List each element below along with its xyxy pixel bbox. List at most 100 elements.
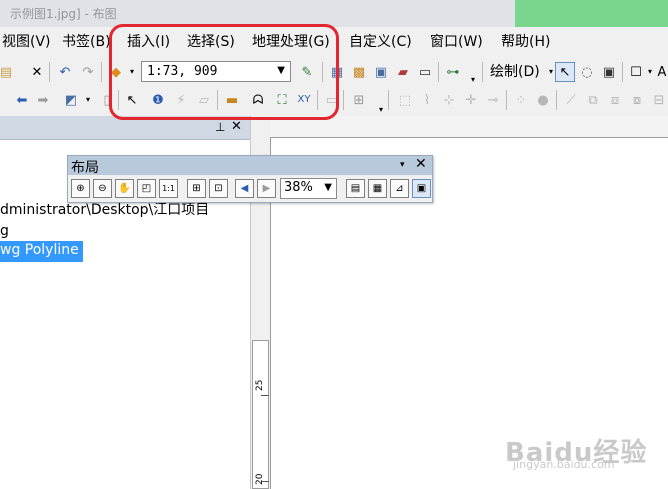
- toolbar-options-icon[interactable]: ▾: [400, 160, 405, 170]
- ruler-tick: [261, 395, 269, 396]
- pin-icon[interactable]: ⊥: [215, 120, 225, 134]
- go-forward-icon[interactable]: ➡: [33, 90, 53, 110]
- layout-toolbar: 布局 ▾ ✕ ⊕ ⊖ ✋ ◰ 1:1 ⊞ ⊡ ◀ ▶ 38% ▼ ▤ ▦ ⊿ ▣: [67, 155, 433, 203]
- toolbar-separator: [217, 90, 218, 110]
- attributes-icon[interactable]: ⊟: [649, 90, 668, 110]
- catalog-icon[interactable]: ▩: [349, 62, 369, 82]
- split-icon[interactable]: ⧈: [605, 90, 625, 110]
- data-driven-pages-icon[interactable]: ▣: [412, 179, 431, 198]
- fixed-zoom-out-icon[interactable]: ⊡: [209, 179, 228, 198]
- zoom-100-icon[interactable]: 1:1: [159, 179, 178, 198]
- toolbar-separator: [322, 62, 323, 82]
- new-text-icon[interactable]: A: [652, 62, 668, 82]
- pan-icon[interactable]: ✋: [115, 179, 134, 198]
- map-scale-value: 1:73, 909: [147, 64, 218, 79]
- zoom-percent-combobox[interactable]: 38% ▼: [280, 178, 337, 199]
- title-bar: 示例图1.jpg] - 布图: [0, 0, 668, 27]
- watermark: Baidu经验 jingyan.baidu.com: [505, 432, 647, 471]
- layout-toolbar-titlebar[interactable]: 布局 ▾ ✕: [68, 156, 432, 176]
- add-data-dropdown-icon[interactable]: ▾: [122, 62, 142, 82]
- editing-tool-icon[interactable]: ⬚: [395, 90, 415, 110]
- menu-help[interactable]: 帮助(H): [501, 34, 550, 51]
- midpoint-icon[interactable]: ⊹: [439, 90, 459, 110]
- go-forward-extent-icon[interactable]: ▶: [257, 179, 276, 198]
- go-back-extent-icon[interactable]: ◀: [235, 179, 254, 198]
- menu-selection[interactable]: 选择(S): [187, 34, 235, 51]
- layout-toolbar-title: 布局: [71, 160, 99, 176]
- rotate-icon[interactable]: ◌: [577, 62, 597, 82]
- endpoint-arc-icon[interactable]: ⊸: [483, 90, 503, 110]
- toolbar-separator: [438, 62, 439, 82]
- selected-layer-item[interactable]: wg Polyline: [0, 241, 83, 262]
- vertical-ruler: 25 20: [252, 340, 269, 489]
- close-icon[interactable]: ✕: [231, 119, 242, 134]
- python-window-icon[interactable]: ▭: [415, 62, 435, 82]
- editor-toolbar-icon[interactable]: ✎: [297, 62, 317, 82]
- find-icon[interactable]: ᗣ: [248, 90, 268, 110]
- undo-icon[interactable]: ↶: [55, 62, 75, 82]
- toolbar-separator: [506, 90, 507, 110]
- measure-icon[interactable]: ▬: [222, 90, 242, 110]
- draw-menu-button[interactable]: 绘制(D): [490, 64, 540, 81]
- create-viewer-icon[interactable]: ⊞: [349, 90, 369, 110]
- menu-geoprocessing[interactable]: 地理处理(G): [252, 34, 330, 51]
- zoom-whole-page-icon[interactable]: ◰: [137, 179, 156, 198]
- menu-insert[interactable]: 插入(I): [127, 34, 170, 51]
- ruler-label: 20: [255, 473, 265, 485]
- intersection-icon[interactable]: ✛: [461, 90, 481, 110]
- select-features-dropdown-icon[interactable]: ▾: [78, 90, 98, 110]
- delete-icon[interactable]: ✕: [27, 62, 47, 82]
- model-builder-icon[interactable]: ⊶: [443, 62, 463, 82]
- clear-selection-icon[interactable]: ▯: [97, 90, 117, 110]
- identify-icon[interactable]: ❶: [148, 90, 168, 110]
- watermark-url: jingyan.baidu.com: [513, 458, 615, 471]
- zoom-out-icon[interactable]: ⊖: [93, 179, 112, 198]
- select-elements-icon[interactable]: ↖: [555, 62, 575, 82]
- tree-item[interactable]: g: [0, 223, 9, 239]
- change-layout-icon[interactable]: ⊿: [390, 179, 409, 198]
- map-scale-combobox[interactable]: 1:73, 909 ▼: [141, 61, 291, 82]
- hyperlink-icon[interactable]: ⚡: [171, 90, 191, 110]
- cut-polygons-icon[interactable]: ⧉: [583, 90, 603, 110]
- standard-toolbar: ▤ ✕ ↶ ↷ ◆ ▾ 1:73, 909 ▼ ✎ ▦ ▩ ▣ ▰ ▭ ⊶ ▾ …: [0, 58, 668, 86]
- paste-icon[interactable]: ▤: [0, 62, 16, 82]
- chevron-down-icon[interactable]: ▼: [277, 65, 285, 76]
- go-to-xy-icon[interactable]: XY: [294, 90, 314, 110]
- html-popup-icon[interactable]: ▱: [194, 90, 214, 110]
- topology-edit-icon[interactable]: ⁘: [511, 90, 531, 110]
- redo-icon[interactable]: ↷: [78, 62, 98, 82]
- close-icon[interactable]: ✕: [415, 156, 427, 172]
- search-window-icon[interactable]: ▣: [371, 62, 391, 82]
- tools-toolbar: ⬅ ➡ ◩ ▾ ▯ ↖ ❶ ⚡ ▱ ▬ ᗣ ⛶ XY ▭ ⊞ ▾ ⬚ ⌇ ⊹ ✛…: [0, 86, 668, 116]
- table-of-contents-icon[interactable]: ▦: [327, 62, 347, 82]
- ruler-label: 25: [255, 379, 265, 391]
- go-back-icon[interactable]: ⬅: [12, 90, 32, 110]
- menu-windows[interactable]: 窗口(W): [430, 34, 483, 51]
- toggle-draft-mode-icon[interactable]: ▤: [346, 179, 365, 198]
- rotate-feature-icon[interactable]: ⧇: [627, 90, 647, 110]
- menu-customize[interactable]: 自定义(C): [349, 34, 412, 51]
- chevron-down-icon[interactable]: ▼: [324, 182, 332, 193]
- sketch-properties-icon[interactable]: ●: [533, 90, 553, 110]
- toolbar-separator: [101, 62, 102, 82]
- toolbar-separator: [118, 90, 119, 110]
- focus-data-frame-icon[interactable]: ▦: [368, 179, 387, 198]
- toolbar-separator: [49, 62, 50, 82]
- toolbar-separator: [556, 90, 557, 110]
- time-slider-icon[interactable]: ▭: [322, 90, 342, 110]
- title-bar-accent: [515, 0, 668, 27]
- arctoolbox-icon[interactable]: ▰: [393, 62, 413, 82]
- toolbar-separator: [482, 62, 483, 82]
- window-title: 示例图1.jpg] - 布图: [10, 7, 117, 21]
- menu-view[interactable]: 视图(V): [2, 34, 51, 51]
- edit-vertices-icon[interactable]: ⌇: [417, 90, 437, 110]
- find-route-icon[interactable]: ⛶: [272, 90, 292, 110]
- menu-bookmarks[interactable]: 书签(B): [62, 34, 111, 51]
- zoom-to-selected-icon[interactable]: ▣: [599, 62, 619, 82]
- menu-bar: 视图(V) 书签(B) 插入(I) 选择(S) 地理处理(G) 自定义(C) 窗…: [0, 27, 668, 58]
- toolbar-separator: [622, 62, 623, 82]
- fixed-zoom-in-icon[interactable]: ⊞: [187, 179, 206, 198]
- select-elements-icon[interactable]: ↖: [122, 90, 142, 110]
- zoom-in-icon[interactable]: ⊕: [71, 179, 90, 198]
- reshape-icon[interactable]: ⟋: [561, 90, 581, 110]
